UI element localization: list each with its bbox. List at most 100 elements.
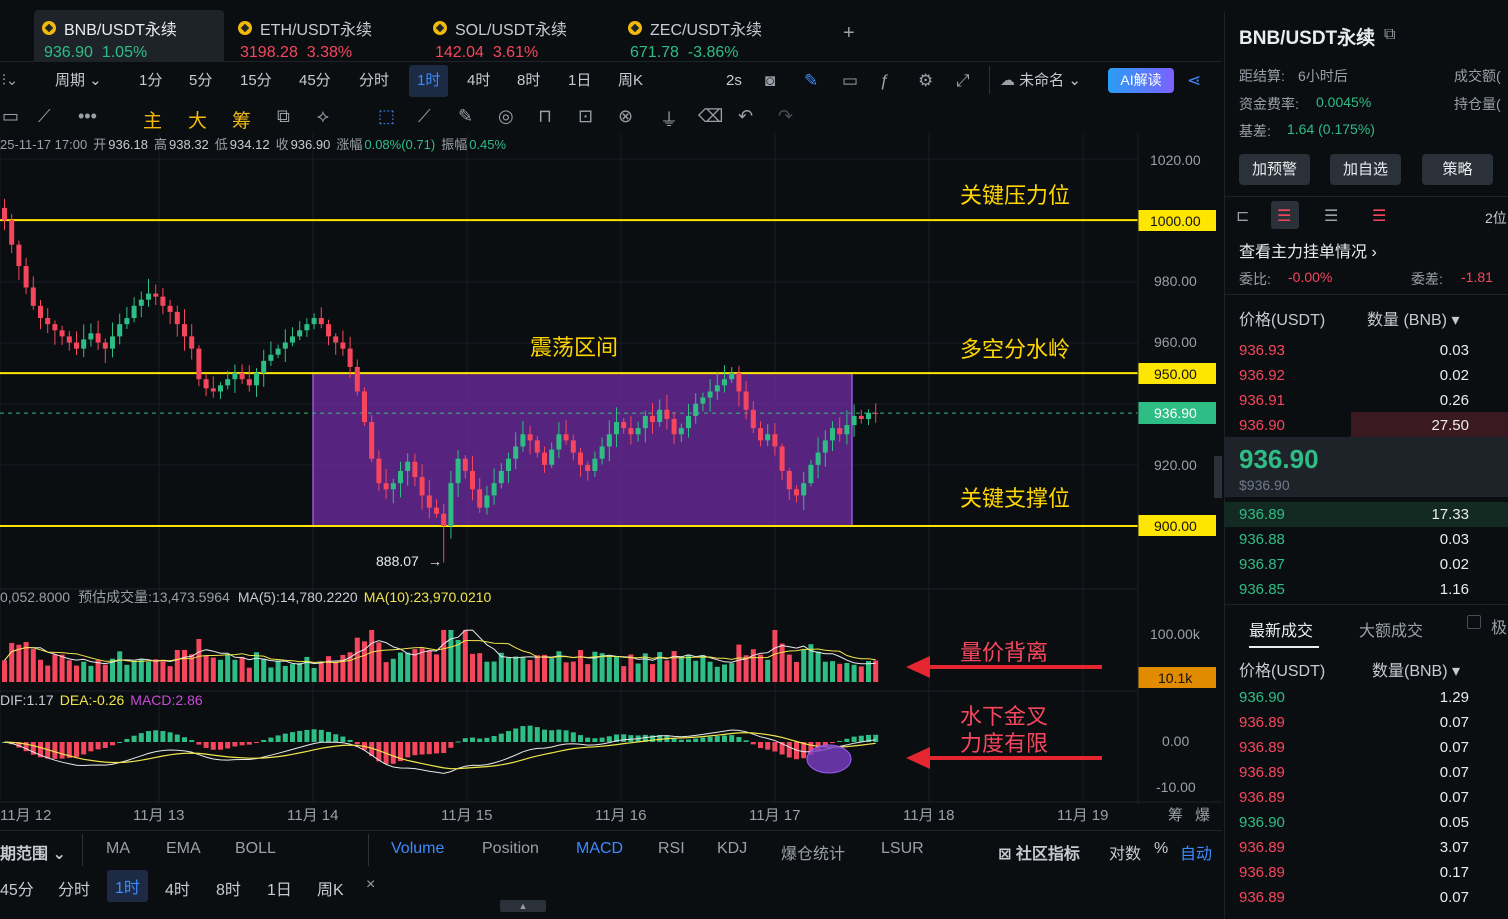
book-view-3-icon[interactable]: ☰	[1324, 206, 1338, 226]
tab-bnb[interactable]: BNB/USDT永续 936.90 1.05%	[34, 10, 224, 62]
layout-dropdown[interactable]: ☁ 未命名 ⌄	[1000, 62, 1081, 100]
edit-icon[interactable]: ⊡	[578, 106, 593, 127]
auto-draw-icon[interactable]: ⧉	[277, 106, 290, 127]
ind-lsur[interactable]: LSUR	[881, 840, 924, 858]
chip-toggle[interactable]: 筹	[232, 106, 251, 133]
quick-8h[interactable]: 8时	[216, 876, 241, 900]
bid-row[interactable]: 936.88 0.03	[1239, 527, 1469, 552]
strategy-button[interactable]: 策略	[1422, 154, 1493, 185]
tab-zec[interactable]: ZEC/USDT永续 671.78 -3.86%	[620, 10, 810, 62]
settings-icon[interactable]: ⚙	[918, 71, 933, 91]
comment-icon[interactable]: ▭	[842, 71, 858, 91]
ind-position[interactable]: Position	[482, 840, 539, 858]
quick-4h[interactable]: 4时	[165, 876, 190, 900]
trades-col-price: 价格(USDT)	[1239, 663, 1326, 680]
volume-bar	[657, 652, 663, 682]
pen-icon[interactable]: ✎	[804, 71, 818, 91]
interval-1m[interactable]: 1分	[139, 62, 162, 100]
community-indicator-button[interactable]: ⊠ 社区指标	[998, 840, 1080, 864]
indicator-icon[interactable]: ƒ	[880, 71, 889, 91]
candlestick-chart[interactable]: 关键压力位 多空分水岭 震荡区间 关键支撑位 888.07 → 量价背离 水下金…	[0, 134, 1222, 830]
tab-sol[interactable]: SOL/USDT永续 142.04 3.61%	[425, 10, 615, 62]
quick-timeline[interactable]: 分时	[58, 876, 90, 900]
col-qty-dropdown[interactable]: 数量 (BNB) ▾	[1367, 306, 1460, 330]
trash-icon[interactable]: ⌫	[698, 106, 723, 127]
refresh-rate[interactable]: 2s	[726, 62, 742, 100]
redo-icon[interactable]: ↷	[778, 106, 793, 127]
filter-icon[interactable]: ⏚	[660, 106, 678, 132]
lock-icon[interactable]: ⊓	[538, 106, 552, 127]
interval-1d[interactable]: 1日	[568, 62, 591, 100]
quick-week[interactable]: 周K	[317, 876, 344, 900]
undo-icon[interactable]: ↶	[738, 106, 753, 127]
interval-5m[interactable]: 5分	[189, 62, 212, 100]
ind-volume[interactable]: Volume	[391, 840, 444, 858]
add-tab-button[interactable]: +	[843, 22, 855, 45]
ind-rsi[interactable]: RSI	[658, 840, 685, 858]
period-dropdown[interactable]: 周期 ⌄	[55, 62, 102, 100]
view-main-orders-link[interactable]: 查看主力挂单情况 ›	[1239, 238, 1377, 262]
ask-row[interactable]: 936.91 0.26	[1239, 388, 1469, 413]
book-view-2-icon[interactable]: ☰	[1277, 206, 1291, 226]
quick-1d[interactable]: 1日	[267, 876, 292, 900]
ind-macd[interactable]: MACD	[576, 840, 623, 858]
rectangle-tool-icon[interactable]: ▭	[2, 106, 19, 127]
close-quick-bar[interactable]: ×	[366, 876, 375, 894]
interval-4h[interactable]: 4时	[467, 62, 490, 100]
tab-large-trades[interactable]: 大额成交	[1359, 617, 1423, 641]
candle-type-icon[interactable]: ⫶⌄	[2, 71, 18, 89]
camera-icon[interactable]: ◙	[765, 71, 775, 91]
log-scale-toggle[interactable]: 对数	[1109, 840, 1141, 864]
bid-row[interactable]: 936.89 17.33	[1239, 502, 1469, 527]
volume-bar	[693, 660, 699, 682]
auto-scale-toggle[interactable]: 自动	[1180, 840, 1212, 864]
share-icon[interactable]: ⋖	[1187, 71, 1201, 91]
quick-45m[interactable]: 45分	[0, 876, 34, 900]
interval-8h[interactable]: 8时	[517, 62, 540, 100]
big-order-toggle[interactable]: 大	[188, 106, 207, 133]
candle	[506, 458, 511, 471]
interval-15m[interactable]: 15分	[240, 62, 272, 100]
copy-icon[interactable]: ⧉	[1384, 26, 1395, 44]
ind-ma[interactable]: MA	[106, 840, 130, 858]
line-tool-icon[interactable]: ⟋	[38, 106, 51, 127]
ind-ema[interactable]: EMA	[166, 840, 201, 858]
interval-week[interactable]: 周K	[618, 62, 643, 100]
ind-kdj[interactable]: KDJ	[717, 840, 747, 858]
tab-latest-trades[interactable]: 最新成交	[1249, 617, 1313, 641]
ind-boll[interactable]: BOLL	[235, 840, 276, 858]
period-range-dropdown[interactable]: 期范围 ⌄	[0, 840, 66, 864]
ruler-icon[interactable]: ⟋	[418, 106, 431, 127]
cursor-icon[interactable]: ⬚	[378, 106, 395, 127]
interval-1h[interactable]: 1时	[409, 65, 449, 97]
chart-area[interactable]: 关键压力位 多空分水岭 震荡区间 关键支撑位 888.07 → 量价背离 水下金…	[0, 134, 1222, 830]
tab-eth[interactable]: ETH/USDT永续 3198.28 3.38%	[230, 10, 420, 62]
bid-row[interactable]: 936.85 1.16	[1239, 577, 1469, 602]
interval-45m[interactable]: 45分	[299, 62, 331, 100]
main-chart-toggle[interactable]: 主	[143, 106, 162, 133]
ask-row[interactable]: 936.92 0.02	[1239, 363, 1469, 388]
ask-row[interactable]: 936.93 0.03	[1239, 338, 1469, 363]
depth-precision[interactable]: 2位	[1485, 208, 1507, 228]
add-alert-button[interactable]: 加预警	[1239, 154, 1310, 185]
quick-1h[interactable]: 1时	[107, 870, 148, 902]
link-icon[interactable]: ⊗	[618, 106, 633, 127]
ask-row[interactable]: 936.90 27.50	[1239, 413, 1469, 438]
book-view-4-icon[interactable]: ☰	[1372, 206, 1386, 226]
eye-icon[interactable]: ◎	[498, 106, 514, 127]
book-view-1-icon[interactable]: ⊏	[1236, 206, 1249, 226]
add-watchlist-button[interactable]: 加自选	[1330, 154, 1401, 185]
magnet-icon[interactable]: ⟡	[317, 106, 329, 127]
brush-icon[interactable]: ✎	[458, 106, 473, 127]
filter-checkbox[interactable]	[1467, 615, 1481, 629]
ai-interpret-button[interactable]: AI解读	[1108, 68, 1174, 93]
more-tools-icon[interactable]: •••	[78, 106, 97, 127]
ind-liquidation[interactable]: 爆仓统计	[781, 840, 845, 864]
trades-col-qty[interactable]: 数量(BNB) ▾	[1372, 657, 1460, 681]
percent-scale-toggle[interactable]: %	[1154, 840, 1168, 858]
panel-collapse-handle[interactable]	[1214, 456, 1222, 498]
bid-row[interactable]: 936.87 0.02	[1239, 552, 1469, 577]
interval-timeline[interactable]: 分时	[359, 62, 389, 100]
expand-handle-icon[interactable]: ▲	[500, 900, 546, 912]
fullscreen-icon[interactable]: ⤢	[956, 71, 970, 91]
